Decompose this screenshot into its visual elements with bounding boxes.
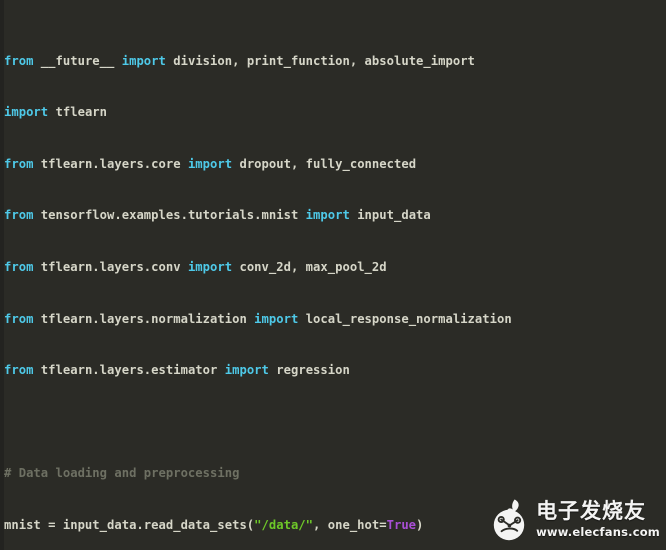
source-code-listing[interactable]: from __future__ import division, print_f…	[4, 1, 666, 550]
code-line: from tflearn.layers.core import dropout,…	[4, 156, 417, 171]
code-line: import tflearn	[4, 105, 108, 120]
code-viewport: from __future__ import division, print_f…	[0, 0, 666, 550]
code-line: mnist = input_data.read_data_sets("/data…	[4, 517, 424, 532]
code-line: from __future__ import division, print_f…	[4, 53, 475, 68]
code-line: from tflearn.layers.estimator import reg…	[4, 363, 350, 378]
code-line: from tflearn.layers.normalization import…	[4, 311, 512, 326]
code-line: from tensorflow.examples.tutorials.mnist…	[4, 208, 431, 223]
code-line: from tflearn.layers.conv import conv_2d,…	[4, 259, 387, 274]
code-line-comment: # Data loading and preprocessing	[4, 466, 240, 481]
